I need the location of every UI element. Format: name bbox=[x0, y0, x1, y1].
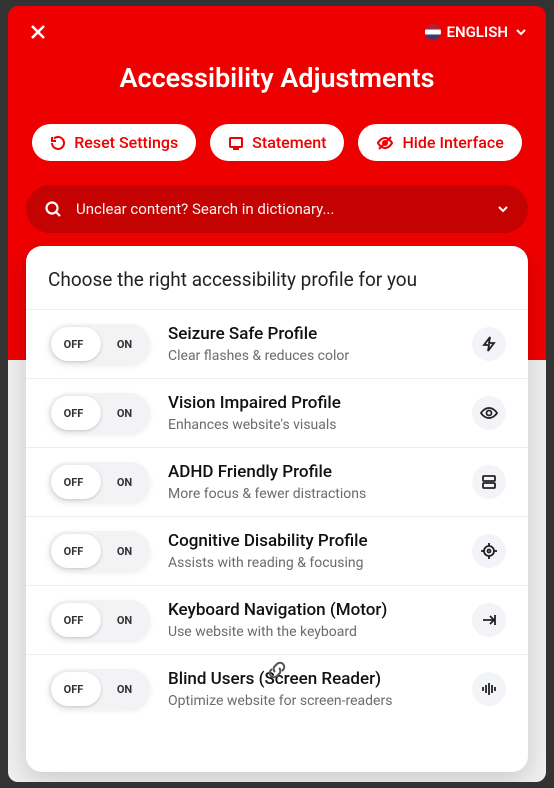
topbar: ENGLISH bbox=[8, 6, 546, 50]
toggle-off-label: OFF bbox=[48, 683, 99, 696]
toggle-keyboard[interactable]: OFF ON bbox=[48, 600, 150, 640]
statement-button[interactable]: Statement bbox=[210, 124, 344, 161]
page-title: Accessibility Adjustments bbox=[8, 62, 546, 94]
close-icon bbox=[29, 23, 47, 41]
chevron-down-icon bbox=[514, 25, 528, 39]
statement-label: Statement bbox=[252, 133, 326, 152]
tab-arrow-icon bbox=[480, 611, 498, 629]
reset-label: Reset Settings bbox=[74, 133, 178, 152]
profile-desc: Assists with reading & focusing bbox=[168, 555, 454, 571]
profile-row-cognitive: OFF ON Cognitive Disability Profile Assi… bbox=[26, 516, 528, 585]
profile-text: Seizure Safe Profile Clear flashes & red… bbox=[168, 324, 454, 364]
toggle-on-label: ON bbox=[99, 338, 150, 351]
profile-text: Vision Impaired Profile Enhances website… bbox=[168, 393, 454, 433]
profile-badge bbox=[472, 327, 506, 361]
close-button[interactable] bbox=[26, 20, 50, 44]
lightning-icon bbox=[480, 335, 498, 353]
profile-row-keyboard: OFF ON Keyboard Navigation (Motor) Use w… bbox=[26, 585, 528, 654]
profile-badge bbox=[472, 465, 506, 499]
profiles-heading: Choose the right accessibility profile f… bbox=[26, 268, 528, 309]
profile-row-seizure-safe: OFF ON Seizure Safe Profile Clear flashe… bbox=[26, 309, 528, 378]
profile-desc: Clear flashes & reduces color bbox=[168, 348, 454, 364]
statement-icon bbox=[228, 135, 244, 151]
profile-title: ADHD Friendly Profile bbox=[168, 462, 454, 482]
toggle-off-label: OFF bbox=[48, 338, 99, 351]
toggle-vision-impaired[interactable]: OFF ON bbox=[48, 393, 150, 433]
focus-frame-icon bbox=[480, 473, 498, 491]
action-row: Reset Settings Statement Hide Interface bbox=[8, 124, 546, 161]
eye-icon bbox=[479, 404, 499, 422]
profile-desc: More focus & fewer distractions bbox=[168, 486, 454, 502]
profile-title: Seizure Safe Profile bbox=[168, 324, 454, 344]
profile-desc: Use website with the keyboard bbox=[168, 624, 454, 640]
link-icon bbox=[267, 660, 287, 680]
toggle-off-label: OFF bbox=[48, 407, 99, 420]
eye-off-icon bbox=[376, 135, 394, 151]
profile-text: Blind Users (Screen Reader) Optimize web… bbox=[168, 669, 454, 709]
toggle-on-label: ON bbox=[99, 545, 150, 558]
profile-row-vision-impaired: OFF ON Vision Impaired Profile Enhances … bbox=[26, 378, 528, 447]
toggle-on-label: ON bbox=[99, 683, 150, 696]
toggle-on-label: ON bbox=[99, 614, 150, 627]
language-selector[interactable]: ENGLISH bbox=[425, 23, 529, 41]
hide-interface-button[interactable]: Hide Interface bbox=[358, 124, 521, 161]
audio-wave-icon bbox=[480, 680, 498, 698]
search-input[interactable] bbox=[76, 200, 482, 218]
chevron-down-icon bbox=[496, 202, 510, 216]
profile-desc: Optimize website for screen-readers bbox=[168, 693, 454, 709]
profile-text: Cognitive Disability Profile Assists wit… bbox=[168, 531, 454, 571]
profile-title: Keyboard Navigation (Motor) bbox=[168, 600, 454, 620]
profile-badge bbox=[472, 396, 506, 430]
profile-title: Vision Impaired Profile bbox=[168, 393, 454, 413]
toggle-seizure-safe[interactable]: OFF ON bbox=[48, 324, 150, 364]
toggle-off-label: OFF bbox=[48, 476, 99, 489]
profile-text: Keyboard Navigation (Motor) Use website … bbox=[168, 600, 454, 640]
hide-label: Hide Interface bbox=[402, 133, 503, 152]
toggle-blind[interactable]: OFF ON bbox=[48, 669, 150, 709]
accessibility-modal: ENGLISH Accessibility Adjustments Reset … bbox=[8, 6, 546, 782]
target-icon bbox=[480, 542, 498, 560]
search-icon bbox=[44, 200, 62, 218]
toggle-on-label: ON bbox=[99, 407, 150, 420]
reset-settings-button[interactable]: Reset Settings bbox=[32, 124, 196, 161]
profile-desc: Enhances website's visuals bbox=[168, 417, 454, 433]
profile-title: Blind Users (Screen Reader) bbox=[168, 669, 454, 689]
toggle-off-label: OFF bbox=[48, 614, 99, 627]
profile-text: ADHD Friendly Profile More focus & fewer… bbox=[168, 462, 454, 502]
toggle-adhd[interactable]: OFF ON bbox=[48, 462, 150, 502]
language-label: ENGLISH bbox=[447, 23, 509, 41]
toggle-on-label: ON bbox=[99, 476, 150, 489]
profile-badge bbox=[472, 603, 506, 637]
profile-row-adhd: OFF ON ADHD Friendly Profile More focus … bbox=[26, 447, 528, 516]
profile-title: Cognitive Disability Profile bbox=[168, 531, 454, 551]
profile-badge bbox=[472, 534, 506, 568]
toggle-off-label: OFF bbox=[48, 545, 99, 558]
dictionary-search[interactable] bbox=[26, 185, 528, 233]
profile-badge bbox=[472, 672, 506, 706]
toggle-cognitive[interactable]: OFF ON bbox=[48, 531, 150, 571]
profiles-card: Choose the right accessibility profile f… bbox=[26, 246, 528, 772]
flag-icon bbox=[425, 24, 441, 40]
refresh-icon bbox=[50, 135, 66, 151]
